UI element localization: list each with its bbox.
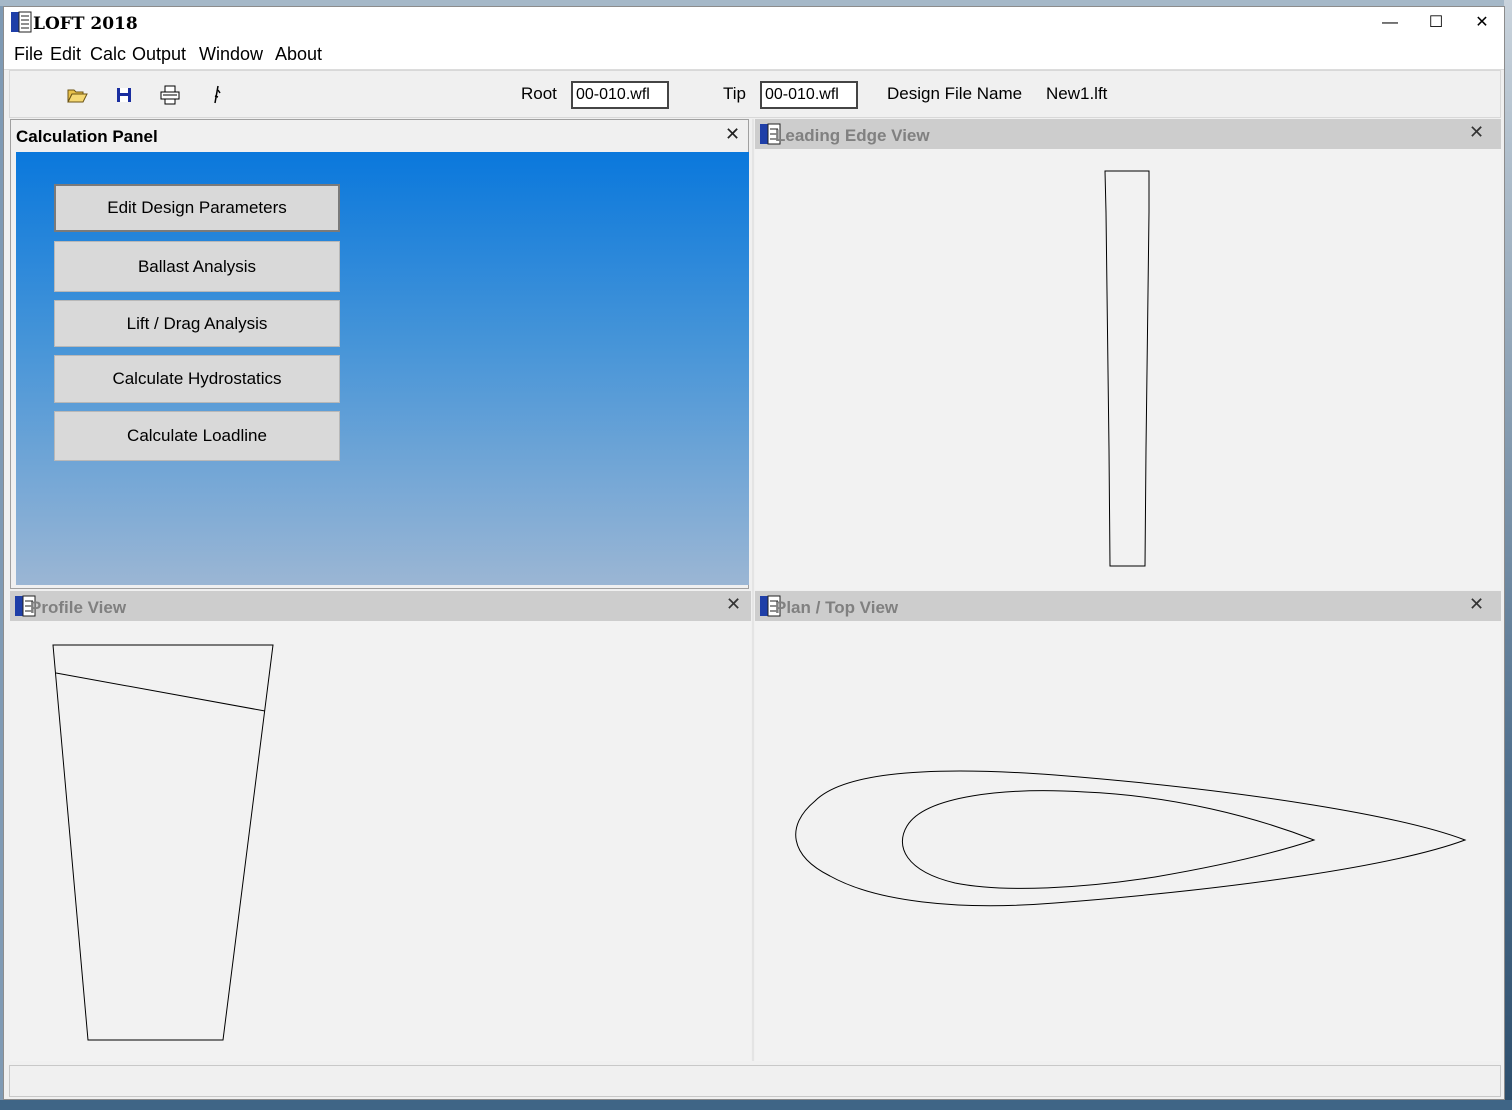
window-title: LOFT 2018 — [33, 14, 138, 34]
calculation-panel-header: Calculation Panel ✕ — [11, 120, 748, 152]
calculation-panel-close-icon[interactable]: ✕ — [725, 124, 740, 145]
ballast-analysis-button[interactable]: Ballast Analysis — [54, 241, 340, 292]
calculation-panel: Calculation Panel ✕ Edit Design Paramete… — [10, 119, 749, 589]
desktop-strip-right — [1504, 0, 1512, 1110]
profile-drawing — [52, 644, 274, 1041]
menu-output[interactable]: Output — [132, 44, 186, 65]
plan-top-view: Plan / Top View ✕ — [755, 591, 1501, 1061]
leading-edge-view-title: Leading Edge View — [775, 126, 930, 145]
menu-edit[interactable]: Edit — [50, 44, 81, 65]
tip-label: Tip — [723, 84, 746, 103]
print-icon[interactable] — [159, 84, 181, 106]
menu-bar: File Edit Calc Output Window About — [4, 39, 1504, 70]
calculate-hydrostatics-button[interactable]: Calculate Hydrostatics — [54, 355, 340, 403]
tip-airfoil-input[interactable] — [760, 81, 858, 109]
menu-window[interactable]: Window — [199, 44, 263, 65]
calculation-panel-title: Calculation Panel — [16, 127, 158, 146]
profile-view-title: Profile View — [30, 598, 127, 617]
design-file-label: Design File Name — [887, 84, 1023, 103]
minimize-button[interactable]: — — [1367, 7, 1413, 39]
root-airfoil-input[interactable] — [571, 81, 669, 109]
profile-view: Profile View ✕ — [10, 591, 751, 1061]
close-window-button[interactable]: ✕ — [1459, 7, 1505, 39]
root-label: Root — [521, 84, 557, 103]
title-bar[interactable]: LOFT 2018 — ☐ ✕ — [4, 7, 1504, 39]
leading-edge-view-close-icon[interactable]: ✕ — [1469, 122, 1484, 143]
plan-top-view-close-icon[interactable]: ✕ — [1469, 594, 1484, 615]
open-folder-icon[interactable] — [66, 84, 88, 106]
edit-design-parameters-button[interactable]: Edit Design Parameters — [54, 184, 340, 232]
leading-edge-view-header[interactable]: Leading Edge View ✕ — [755, 119, 1501, 149]
calculate-loadline-button[interactable]: Calculate Loadline — [54, 411, 340, 461]
profile-view-header[interactable]: Profile View ✕ — [10, 591, 751, 621]
panel-divider[interactable] — [752, 119, 754, 1061]
menu-about[interactable]: About — [275, 44, 322, 65]
plan-top-view-title: Plan / Top View — [775, 598, 899, 617]
plan-top-view-header[interactable]: Plan / Top View ✕ — [755, 591, 1501, 621]
menu-calc[interactable]: Calc — [90, 44, 126, 65]
maximize-button[interactable]: ☐ — [1413, 7, 1459, 39]
menu-file[interactable]: File — [14, 44, 43, 65]
leading-edge-view: Leading Edge View ✕ — [755, 119, 1501, 590]
design-file-name: New1.lft — [1046, 84, 1108, 103]
app-window: LOFT 2018 — ☐ ✕ File Edit Calc Output Wi… — [3, 6, 1505, 1100]
lift-drag-analysis-button[interactable]: Lift / Drag Analysis — [54, 300, 340, 347]
calculation-panel-body: Edit Design Parameters Ballast Analysis … — [16, 152, 749, 585]
plan-drawing — [795, 770, 1467, 907]
app-logo-icon — [11, 11, 32, 33]
leading-edge-drawing — [1104, 170, 1150, 567]
status-bar — [9, 1065, 1501, 1097]
save-disk-icon[interactable] — [113, 84, 135, 106]
profile-view-close-icon[interactable]: ✕ — [726, 594, 741, 615]
desktop-strip-bottom — [0, 1100, 1512, 1110]
help-pointer-icon[interactable] — [206, 84, 228, 106]
toolbar: Root Tip Design File Name New1.lft — [9, 70, 1501, 118]
